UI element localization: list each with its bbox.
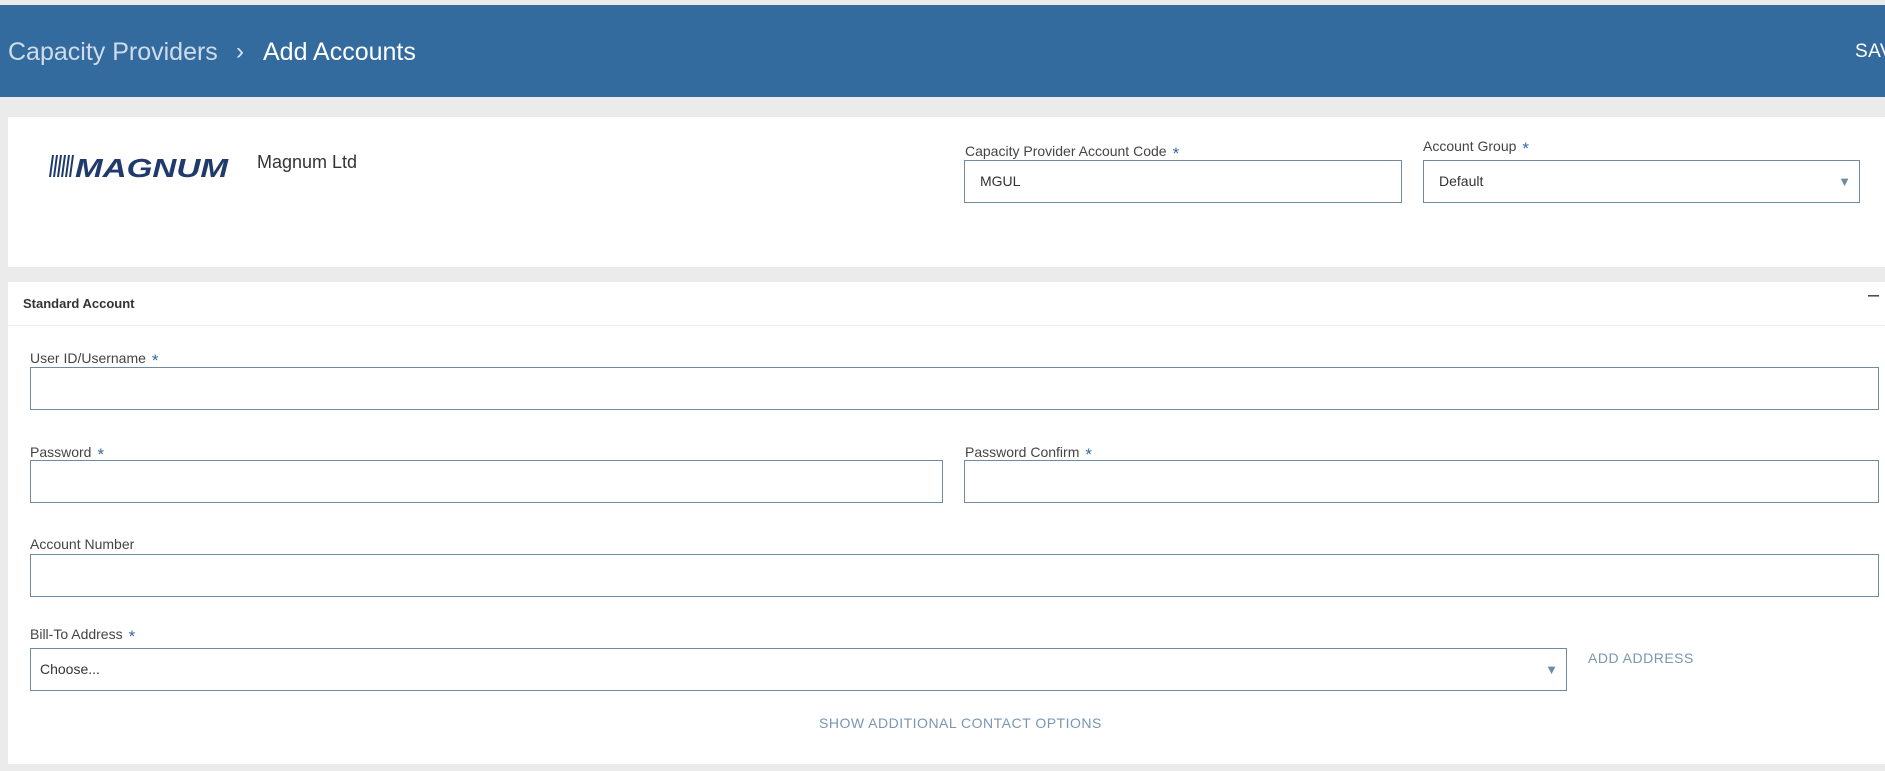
password-label: Password * bbox=[30, 444, 105, 464]
required-asterisk-icon: * bbox=[128, 627, 136, 646]
app-header: Capacity Providers › Add Accounts SAV bbox=[0, 5, 1885, 97]
section-title: Standard Account bbox=[23, 296, 135, 311]
page-title: Add Accounts bbox=[263, 38, 416, 66]
save-button[interactable]: SAV bbox=[1855, 41, 1885, 63]
bill-to-address-value: Choose... bbox=[40, 661, 100, 677]
section-header: Standard Account – bbox=[8, 282, 1885, 326]
provider-name: Magnum Ltd bbox=[257, 152, 358, 172]
standard-account-panel: Standard Account – User ID/Username * Pas… bbox=[8, 282, 1885, 764]
breadcrumb-capacity-providers[interactable]: Capacity Providers bbox=[8, 38, 218, 67]
bill-to-address-label: Bill-To Address * bbox=[30, 626, 136, 646]
account-code-label: Capacity Provider Account Code * bbox=[965, 143, 1180, 163]
password-confirm-label: Password Confirm * bbox=[965, 444, 1092, 464]
account-number-input[interactable] bbox=[30, 554, 1879, 597]
account-group-select[interactable]: Default ▼ bbox=[1423, 160, 1860, 203]
dropdown-arrow-icon: ▼ bbox=[1545, 662, 1558, 677]
account-code-input[interactable]: MGUL bbox=[964, 160, 1402, 203]
username-label: User ID/Username * bbox=[30, 350, 159, 370]
breadcrumb-separator-icon: › bbox=[236, 38, 244, 65]
account-group-label: Account Group * bbox=[1423, 138, 1530, 158]
add-address-button[interactable]: ADD ADDRESS bbox=[1588, 650, 1694, 666]
username-input[interactable] bbox=[30, 367, 1879, 410]
show-additional-contact-options-link[interactable]: SHOW ADDITIONAL CONTACT OPTIONS bbox=[819, 715, 1102, 731]
collapse-icon[interactable]: – bbox=[1868, 284, 1879, 307]
magnum-logo: MAGNUM bbox=[49, 153, 230, 183]
account-group-value: Default bbox=[1439, 173, 1484, 189]
password-confirm-input[interactable] bbox=[964, 460, 1879, 503]
logo-text: MAGNUM bbox=[75, 153, 230, 183]
provider-panel: MAGNUM Magnum Ltd Capacity Provider Acco… bbox=[8, 117, 1885, 267]
account-number-label: Account Number bbox=[30, 536, 135, 552]
dropdown-arrow-icon: ▼ bbox=[1838, 174, 1851, 189]
bill-to-address-select[interactable]: Choose... ▼ bbox=[30, 648, 1567, 691]
required-asterisk-icon: * bbox=[1522, 139, 1530, 158]
password-input[interactable] bbox=[30, 460, 943, 503]
